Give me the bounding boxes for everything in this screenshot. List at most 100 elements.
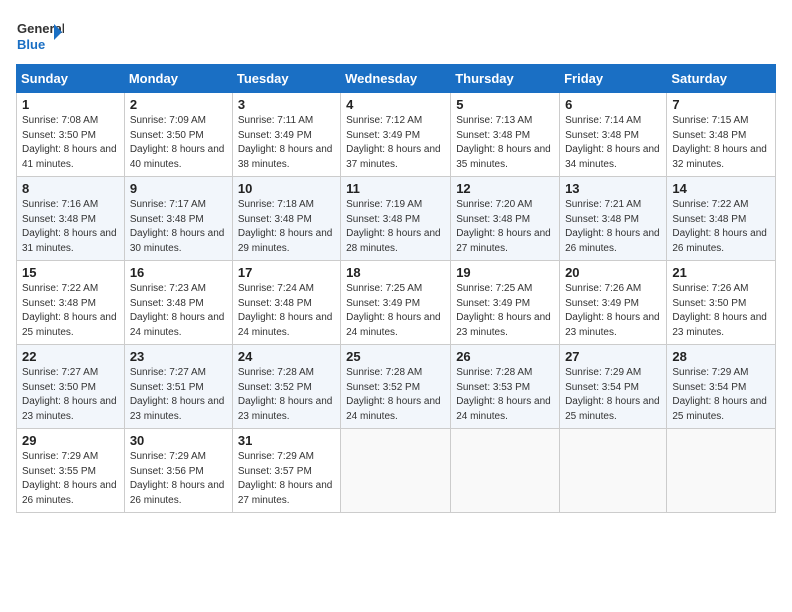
day-detail: Sunrise: 7:13 AMSunset: 3:48 PMDaylight:… — [456, 114, 554, 172]
table-row: 23Sunrise: 7:27 AMSunset: 3:51 PMDayligh… — [124, 345, 232, 429]
day-detail: Sunrise: 7:28 AMSunset: 3:52 PMDaylight:… — [346, 366, 445, 424]
day-number: 6 — [565, 97, 661, 112]
day-detail: Sunrise: 7:29 AMSunset: 3:54 PMDaylight:… — [672, 366, 770, 424]
day-detail: Sunrise: 7:08 AMSunset: 3:50 PMDaylight:… — [22, 114, 119, 172]
day-detail: Sunrise: 7:14 AMSunset: 3:48 PMDaylight:… — [565, 114, 661, 172]
logo-icon: General Blue — [16, 16, 64, 56]
table-row — [341, 429, 451, 513]
table-row: 21 Sunrise: 7:26 AMSunset: 3:50 PMDayligh… — [667, 261, 776, 345]
day-detail: Sunrise: 7:17 AMSunset: 3:48 PMDaylight:… — [130, 198, 227, 256]
logo: General Blue — [16, 16, 64, 56]
day-detail: Sunrise: 7:29 AMSunset: 3:54 PMDaylight:… — [565, 366, 661, 424]
day-number: 15 — [22, 265, 119, 280]
table-row: 8Sunrise: 7:16 AMSunset: 3:48 PMDaylight… — [17, 177, 125, 261]
table-row: 20 Sunrise: 7:26 AMSunset: 3:49 PMDayligh… — [560, 261, 667, 345]
day-detail: Sunrise: 7:12 AMSunset: 3:49 PMDaylight:… — [346, 114, 445, 172]
day-detail: Sunrise: 7:09 AMSunset: 3:50 PMDaylight:… — [130, 114, 227, 172]
day-number: 7 — [672, 97, 770, 112]
day-number: 31 — [238, 433, 335, 448]
table-row: 12 Sunrise: 7:20 AMSunset: 3:48 PMDayligh… — [451, 177, 560, 261]
day-number: 2 — [130, 97, 227, 112]
day-detail: Sunrise: 7:23 AMSunset: 3:48 PMDaylight:… — [130, 282, 227, 340]
day-header-saturday: Saturday — [667, 65, 776, 93]
table-row: 24 Sunrise: 7:28 AMSunset: 3:52 PMDayligh… — [232, 345, 340, 429]
table-row: 14 Sunrise: 7:22 AMSunset: 3:48 PMDayligh… — [667, 177, 776, 261]
day-detail: Sunrise: 7:28 AMSunset: 3:52 PMDaylight:… — [238, 366, 335, 424]
table-row: 19 Sunrise: 7:25 AMSunset: 3:49 PMDayligh… — [451, 261, 560, 345]
day-detail: Sunrise: 7:29 AMSunset: 3:57 PMDaylight:… — [238, 450, 335, 508]
day-header-friday: Friday — [560, 65, 667, 93]
day-number: 18 — [346, 265, 445, 280]
table-row: 7 Sunrise: 7:15 AMSunset: 3:48 PMDaylight… — [667, 93, 776, 177]
table-row: 11 Sunrise: 7:19 AMSunset: 3:48 PMDayligh… — [341, 177, 451, 261]
day-detail: Sunrise: 7:18 AMSunset: 3:48 PMDaylight:… — [238, 198, 335, 256]
day-number: 24 — [238, 349, 335, 364]
day-number: 30 — [130, 433, 227, 448]
table-row: 30 Sunrise: 7:29 AMSunset: 3:56 PMDayligh… — [124, 429, 232, 513]
day-number: 29 — [22, 433, 119, 448]
day-number: 3 — [238, 97, 335, 112]
day-detail: Sunrise: 7:26 AMSunset: 3:49 PMDaylight:… — [565, 282, 661, 340]
day-number: 21 — [672, 265, 770, 280]
day-detail: Sunrise: 7:19 AMSunset: 3:48 PMDaylight:… — [346, 198, 445, 256]
day-number: 28 — [672, 349, 770, 364]
table-row: 25 Sunrise: 7:28 AMSunset: 3:52 PMDayligh… — [341, 345, 451, 429]
day-number: 19 — [456, 265, 554, 280]
day-number: 11 — [346, 181, 445, 196]
calendar-table: SundayMondayTuesdayWednesdayThursdayFrid… — [16, 64, 776, 513]
day-number: 5 — [456, 97, 554, 112]
day-number: 16 — [130, 265, 227, 280]
day-detail: Sunrise: 7:16 AMSunset: 3:48 PMDaylight:… — [22, 198, 119, 256]
table-row: 22 Sunrise: 7:27 AMSunset: 3:50 PMDayligh… — [17, 345, 125, 429]
day-header-wednesday: Wednesday — [341, 65, 451, 93]
day-number: 26 — [456, 349, 554, 364]
day-detail: Sunrise: 7:27 AMSunset: 3:50 PMDaylight:… — [22, 366, 119, 424]
day-header-sunday: Sunday — [17, 65, 125, 93]
day-detail: Sunrise: 7:21 AMSunset: 3:48 PMDaylight:… — [565, 198, 661, 256]
table-row: 2 Sunrise: 7:09 AMSunset: 3:50 PMDaylight… — [124, 93, 232, 177]
day-detail: Sunrise: 7:25 AMSunset: 3:49 PMDaylight:… — [456, 282, 554, 340]
table-row: 5 Sunrise: 7:13 AMSunset: 3:48 PMDaylight… — [451, 93, 560, 177]
day-number: 22 — [22, 349, 119, 364]
svg-text:Blue: Blue — [17, 37, 45, 52]
day-number: 17 — [238, 265, 335, 280]
day-header-monday: Monday — [124, 65, 232, 93]
table-row: 1 Sunrise: 7:08 AMSunset: 3:50 PMDaylight… — [17, 93, 125, 177]
day-detail: Sunrise: 7:22 AMSunset: 3:48 PMDaylight:… — [672, 198, 770, 256]
day-detail: Sunrise: 7:29 AMSunset: 3:56 PMDaylight:… — [130, 450, 227, 508]
day-detail: Sunrise: 7:15 AMSunset: 3:48 PMDaylight:… — [672, 114, 770, 172]
table-row: 9Sunrise: 7:17 AMSunset: 3:48 PMDaylight… — [124, 177, 232, 261]
table-row: 18 Sunrise: 7:25 AMSunset: 3:49 PMDayligh… — [341, 261, 451, 345]
table-row — [560, 429, 667, 513]
table-row: 15Sunrise: 7:22 AMSunset: 3:48 PMDayligh… — [17, 261, 125, 345]
table-row: 6 Sunrise: 7:14 AMSunset: 3:48 PMDaylight… — [560, 93, 667, 177]
day-detail: Sunrise: 7:28 AMSunset: 3:53 PMDaylight:… — [456, 366, 554, 424]
day-header-tuesday: Tuesday — [232, 65, 340, 93]
page-header: General Blue — [16, 16, 776, 56]
table-row: 28 Sunrise: 7:29 AMSunset: 3:54 PMDayligh… — [667, 345, 776, 429]
logo: General Blue — [16, 16, 64, 56]
table-row: 16 Sunrise: 7:23 AMSunset: 3:48 PMDayligh… — [124, 261, 232, 345]
day-detail: Sunrise: 7:27 AMSunset: 3:51 PMDaylight:… — [130, 366, 227, 424]
table-row — [451, 429, 560, 513]
table-row: 29 Sunrise: 7:29 AMSunset: 3:55 PMDayligh… — [17, 429, 125, 513]
day-number: 25 — [346, 349, 445, 364]
table-row: 17 Sunrise: 7:24 AMSunset: 3:48 PMDayligh… — [232, 261, 340, 345]
day-detail: Sunrise: 7:20 AMSunset: 3:48 PMDaylight:… — [456, 198, 554, 256]
day-number: 1 — [22, 97, 119, 112]
day-number: 27 — [565, 349, 661, 364]
day-detail: Sunrise: 7:29 AMSunset: 3:55 PMDaylight:… — [22, 450, 119, 508]
day-number: 4 — [346, 97, 445, 112]
day-detail: Sunrise: 7:25 AMSunset: 3:49 PMDaylight:… — [346, 282, 445, 340]
day-number: 14 — [672, 181, 770, 196]
day-detail: Sunrise: 7:26 AMSunset: 3:50 PMDaylight:… — [672, 282, 770, 340]
day-number: 20 — [565, 265, 661, 280]
table-row: 31 Sunrise: 7:29 AMSunset: 3:57 PMDayligh… — [232, 429, 340, 513]
table-row: 3Sunrise: 7:11 AMSunset: 3:49 PMDaylight… — [232, 93, 340, 177]
table-row: 10 Sunrise: 7:18 AMSunset: 3:48 PMDayligh… — [232, 177, 340, 261]
table-row: 27 Sunrise: 7:29 AMSunset: 3:54 PMDayligh… — [560, 345, 667, 429]
day-number: 10 — [238, 181, 335, 196]
day-detail: Sunrise: 7:24 AMSunset: 3:48 PMDaylight:… — [238, 282, 335, 340]
day-header-thursday: Thursday — [451, 65, 560, 93]
day-number: 12 — [456, 181, 554, 196]
